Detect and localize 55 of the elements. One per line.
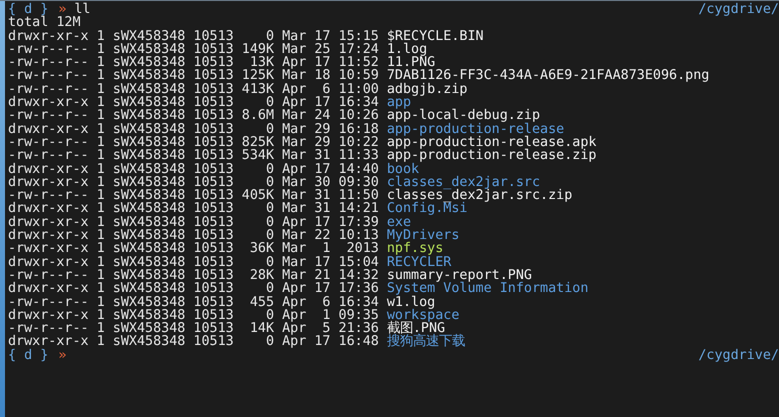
file-name: app-production-release.apk xyxy=(386,136,596,150)
file-details: -rw-r--r-- 1 sWX458348 10513 28K Mar 21 14:32 xyxy=(8,268,379,282)
output-text: total 12M xyxy=(8,16,81,30)
file-name: app xyxy=(386,96,412,110)
file-details: drwxr-xr-x 1 sWX458348 10513 0 Apr 17 17:39 xyxy=(8,216,379,230)
file-details: -rw-r--r-- 1 sWX458348 10513 405K Mar 31 11:50 xyxy=(8,189,379,202)
file-details: -rw-r--r-- 1 sWX458348 10513 455 Apr 6 16:34 xyxy=(8,296,379,309)
file-name: adbgjb.zip xyxy=(386,82,468,96)
file-name: app-production-release.zip xyxy=(386,149,596,163)
file-name: Config.Msi xyxy=(386,202,468,216)
file-details: drwxr-xr-x 1 sWX458348 10513 0 Mar 29 16:18 xyxy=(8,122,379,136)
file-name: exe xyxy=(386,216,412,230)
file-details: drwxr-xr-x 1 sWX458348 10513 0 Mar 30 09:30 xyxy=(8,176,379,190)
prompt-directory: { d } xyxy=(8,348,48,362)
file-details: -rw-r--r-- 1 sWX458348 10513 825K Mar 29 10:22 xyxy=(8,136,379,150)
file-details: -rw-r--r-- 1 sWX458348 10513 8.6M Mar 24 10:26 xyxy=(8,109,379,123)
file-details: -rwxr-xr-x 1 sWX458348 10513 36K Mar 1 2013 xyxy=(8,242,379,256)
file-details: drwxr-xr-x 1 sWX458348 10513 0 Mar 31 14:21 xyxy=(8,202,379,216)
prompt-symbol: » xyxy=(58,348,66,362)
path-text: /cygdrive/ xyxy=(698,348,779,362)
file-details: drwxr-xr-x 1 sWX458348 10513 0 Apr 17 14:40 xyxy=(8,162,379,176)
file-details: drwxr-xr-x 1 sWX458348 10513 0 Apr 17 16:48 xyxy=(8,335,379,349)
file-name: app-production-release xyxy=(386,122,564,136)
file-details: -rw-r--r-- 1 sWX458348 10513 413K Apr 6 11:00 xyxy=(8,82,379,96)
file-details: -rw-r--r-- 1 sWX458348 10513 14K Apr 5 21:36 xyxy=(8,322,379,336)
file-name: npf.sys xyxy=(386,242,444,256)
file-details: -rw-r--r-- 1 sWX458348 10513 534K Mar 31 11:33 xyxy=(8,149,379,163)
file-name: $RECYCLE.BIN xyxy=(386,30,484,43)
path-text: /cygdrive/ xyxy=(698,3,779,16)
prompt-symbol: » xyxy=(58,3,66,16)
file-name: app-local-debug.zip xyxy=(386,109,540,123)
file-name: 11.PNG xyxy=(386,56,436,70)
file-details: -rw-r--r-- 1 sWX458348 10513 149K Mar 25 17:24 xyxy=(8,42,379,56)
file-name: w1.log xyxy=(386,296,436,309)
command-text: ll xyxy=(74,3,90,16)
file-name: classes_dex2jar.src.zip xyxy=(386,189,572,202)
file-details: drwxr-xr-x 1 sWX458348 10513 0 Mar 22 10:13 xyxy=(8,229,379,242)
file-details: drwxr-xr-x 1 sWX458348 10513 0 Apr 17 16:34 xyxy=(8,96,379,110)
file-name: RECYCLER xyxy=(386,256,452,269)
file-details: drwxr-xr-x 1 sWX458348 10513 0 Apr 17 17:36 xyxy=(8,282,379,296)
file-name: workspace xyxy=(386,308,460,322)
file-name: book xyxy=(386,162,420,176)
file-name: 1.log xyxy=(386,42,428,56)
file-details: -rw-r--r-- 1 sWX458348 10513 13K Apr 17 11:52 xyxy=(8,56,379,70)
file-name: classes_dex2jar.src xyxy=(386,176,540,190)
file-details: -rw-r--r-- 1 sWX458348 10513 125K Mar 18 10:59 xyxy=(8,69,379,83)
prompt-directory: { d } xyxy=(8,3,48,16)
file-details: drwxr-xr-x 1 sWX458348 10513 0 Mar 17 15:15 xyxy=(8,30,379,43)
file-name: MyDrivers xyxy=(386,229,460,242)
file-name: System Volume Information xyxy=(386,282,588,296)
file-name: 搜狗高速下载 xyxy=(386,335,465,349)
file-details: drwxr-xr-x 1 sWX458348 10513 0 Apr 1 09:35 xyxy=(8,308,379,322)
file-details: drwxr-xr-x 1 sWX458348 10513 0 Mar 17 15:04 xyxy=(8,256,379,269)
file-name: summary-report.PNG xyxy=(386,268,532,282)
file-name: 7DAB1126-FF3C-434A-A6E9-21FAA873E096.png xyxy=(386,69,710,83)
